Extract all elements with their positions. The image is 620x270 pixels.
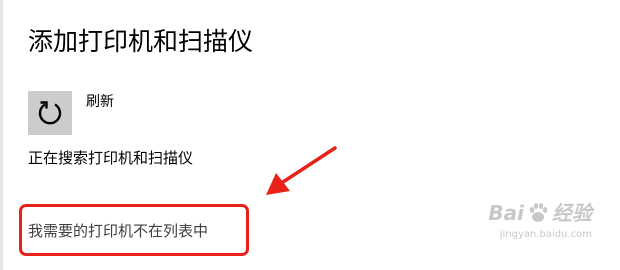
page-title: 添加打印机和扫描仪 [28,27,254,56]
refresh-icon [38,101,62,125]
printer-not-listed-link[interactable]: 我需要的打印机不在列表中 [28,219,208,243]
baidu-watermark: Bai 经验 jingyan.baidu.com [488,200,592,242]
searching-status: 正在搜索打印机和扫描仪 [28,149,194,167]
refresh-label: 刷新 [86,94,114,110]
left-divider [0,0,3,270]
add-printer-page: 添加打印机和扫描仪 刷新 正在搜索打印机和扫描仪 我需要的打印机不在列表中 Ba… [0,0,620,270]
baidu-paw-icon [529,203,548,222]
refresh-button[interactable] [28,91,72,135]
watermark-url: jingyan.baidu.com [499,229,592,240]
watermark-cn: 经验 [552,201,592,225]
watermark-brand: Bai [488,201,524,225]
